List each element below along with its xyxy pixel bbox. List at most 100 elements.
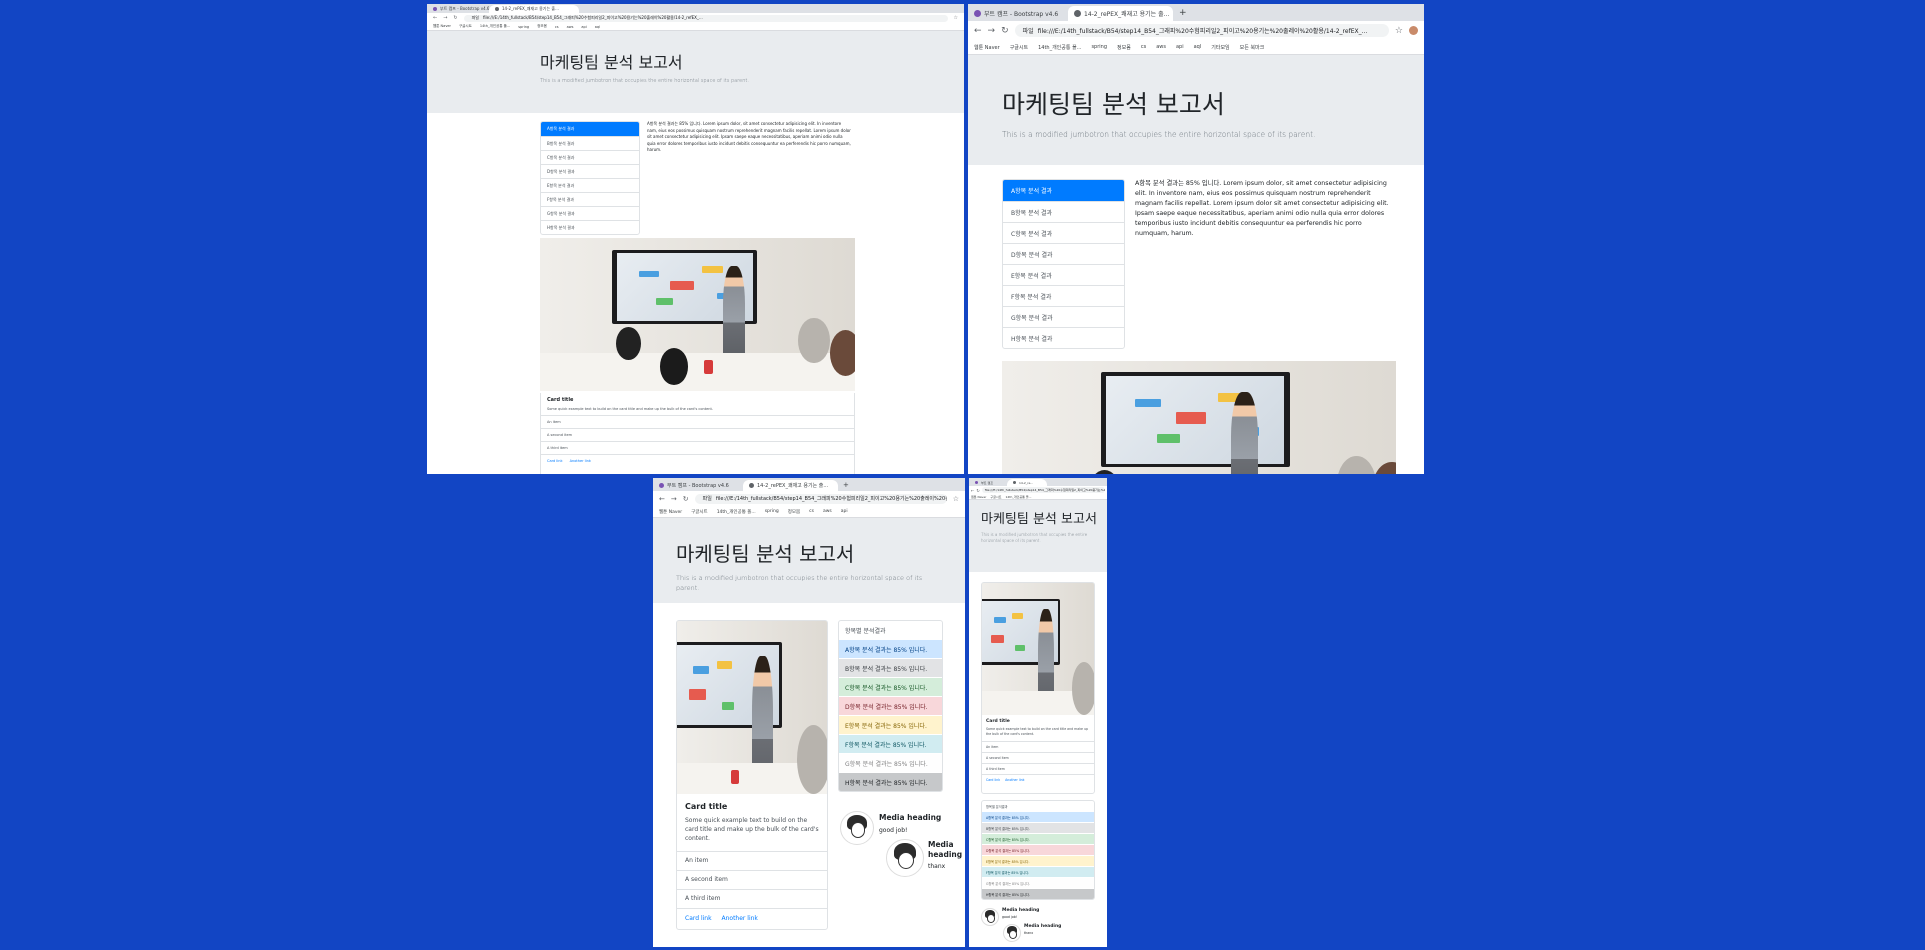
bookmark-4[interactable]: spring	[1091, 44, 1107, 50]
star-icon[interactable]: ☆	[1395, 26, 1403, 36]
tab-bootstrap[interactable]: 부트 캠프 - Bootstrap v4.6	[653, 480, 743, 491]
bookmark-all[interactable]: 모든 북마크	[1240, 44, 1265, 51]
bookmark-9[interactable]: aql	[1194, 44, 1202, 50]
bookmark-1[interactable]: 웹툰 Naver	[971, 495, 986, 499]
another-link[interactable]: Another link	[570, 459, 591, 463]
list-item-g[interactable]: G항목 분석 결과	[541, 206, 639, 220]
address-bar[interactable]: 파일 file:///E:/14th_fullstack/B54/step14_B…	[463, 14, 948, 22]
list-item-a[interactable]: A항목 분석 결과	[1003, 180, 1124, 201]
forward-icon[interactable]: →	[671, 495, 677, 503]
bookmark-7[interactable]: aws	[1156, 44, 1166, 50]
page-title: 마케팅팀 분석 보고서	[981, 512, 1097, 527]
reload-icon[interactable]: ↻	[1001, 26, 1009, 36]
tab-report[interactable]: 14-2_rePEX_쾌재고 용기는 출...	[743, 480, 838, 491]
forward-icon[interactable]: →	[443, 15, 447, 21]
tab-report[interactable]: 14-2_re...	[1007, 479, 1047, 486]
colored-item-c[interactable]: C항목 분석 결과는 85% 입니다.	[839, 677, 942, 696]
list-item-f[interactable]: F항목 분석 결과	[541, 192, 639, 206]
bookmark-2[interactable]: 구글시트	[990, 495, 1001, 499]
bookmark-3[interactable]: 14th_개인공통 폴...	[1005, 495, 1031, 499]
bookmark-7[interactable]: aws	[823, 509, 832, 514]
colored-item-e[interactable]: E항목 분석 결과는 85% 입니다.	[982, 855, 1094, 866]
card-link[interactable]: Card link	[685, 915, 712, 922]
colored-item-b[interactable]: B항목 분석 결과는 85% 입니다.	[982, 822, 1094, 833]
colored-item-h[interactable]: H항목 분석 결과는 85% 입니다.	[839, 772, 942, 791]
list-item-h[interactable]: H항목 분석 결과	[1003, 327, 1124, 348]
list-item-f[interactable]: F항목 분석 결과	[1003, 285, 1124, 306]
bookmark-1[interactable]: 웹툰 Naver	[433, 24, 451, 29]
list-item-g[interactable]: G항목 분석 결과	[1003, 306, 1124, 327]
colored-item-h[interactable]: H항목 분석 결과는 85% 입니다.	[982, 888, 1094, 899]
another-link[interactable]: Another link	[1005, 778, 1024, 782]
colored-item-g[interactable]: G항목 분석 결과는 85% 입니다.	[982, 877, 1094, 888]
star-icon[interactable]: ☆	[953, 495, 959, 503]
bookmark-4[interactable]: spring	[765, 509, 779, 514]
bookmark-3[interactable]: 14th_개인공통 폴...	[717, 509, 756, 515]
colored-item-a[interactable]: A항목 분석 결과는 85% 입니다.	[982, 811, 1094, 822]
colored-item-f[interactable]: F항목 분석 결과는 85% 입니다.	[839, 734, 942, 753]
address-bar[interactable]: file:///E:/14th_fullstack/B54/step14_B54…	[981, 487, 1105, 493]
reload-icon[interactable]: ↻	[976, 488, 979, 493]
bookmark-4[interactable]: spring	[518, 25, 529, 29]
bookmark-7[interactable]: aws	[567, 25, 574, 29]
forward-icon[interactable]: →	[988, 26, 996, 36]
back-icon[interactable]: ←	[659, 495, 665, 503]
address-bar[interactable]: 파일 file:///E:/14th_fullstack/B54/step14_B…	[1014, 24, 1389, 37]
colored-item-e[interactable]: E항목 분석 결과는 85% 입니다.	[839, 715, 942, 734]
list-item-e[interactable]: E항목 분석 결과	[1003, 264, 1124, 285]
profile-icon[interactable]	[1409, 26, 1418, 35]
tab-bootstrap[interactable]: 부트 캠프 - Bootstrap v4.6	[968, 6, 1068, 21]
list-item-c[interactable]: C항목 분석 결과	[541, 150, 639, 164]
star-icon[interactable]: ☆	[954, 15, 958, 21]
tab-report[interactable]: 14-2_rePEX_쾌재고 용기는 출...	[1068, 6, 1173, 21]
back-icon[interactable]: ←	[971, 488, 974, 493]
colored-item-c[interactable]: C항목 분석 결과는 85% 입니다.	[982, 833, 1094, 844]
colored-item-d[interactable]: D항목 분석 결과는 85% 입니다.	[839, 696, 942, 715]
list-item-h[interactable]: H항목 분석 결과	[541, 220, 639, 234]
reload-icon[interactable]: ↻	[683, 495, 689, 503]
list-item-e[interactable]: E항목 분석 결과	[541, 178, 639, 192]
tab-report[interactable]: 14-2_rePEX_쾌재고 용기는 출...	[489, 5, 579, 13]
bookmark-8[interactable]: api	[1176, 44, 1184, 50]
list-item-b[interactable]: B항목 분석 결과	[541, 136, 639, 150]
globe-icon	[1074, 10, 1081, 17]
back-icon[interactable]: ←	[974, 26, 982, 36]
colored-item-f[interactable]: F항목 분석 결과는 85% 입니다.	[982, 866, 1094, 877]
list-item-d[interactable]: D항목 분석 결과	[541, 164, 639, 178]
new-tab-icon[interactable]: +	[1173, 6, 1193, 21]
bookmark-2[interactable]: 구글시트	[459, 24, 472, 29]
bookmark-2[interactable]: 구글시트	[691, 509, 708, 515]
bookmark-6[interactable]: cs	[1141, 44, 1146, 50]
bookmark-9[interactable]: aql	[595, 25, 600, 29]
bookmark-6[interactable]: cs	[555, 25, 559, 29]
list-item-c[interactable]: C항목 분석 결과	[1003, 222, 1124, 243]
bookmark-5[interactable]: 정모몸	[788, 509, 800, 515]
list-item-d[interactable]: D항목 분석 결과	[1003, 243, 1124, 264]
tab-bootstrap[interactable]: 부트 캠프	[969, 479, 1007, 486]
bookmark-8[interactable]: api	[841, 509, 848, 514]
bookmark-6[interactable]: cs	[809, 509, 814, 514]
bookmark-3[interactable]: 14th_개인공통 폴...	[1038, 44, 1081, 51]
card-link[interactable]: Card link	[547, 459, 563, 463]
bookmark-3[interactable]: 14th_개인공통 폴...	[480, 24, 510, 29]
bookmark-5[interactable]: 정모몸	[537, 24, 547, 29]
another-link[interactable]: Another link	[721, 915, 757, 922]
list-item-b[interactable]: B항목 분석 결과	[1003, 201, 1124, 222]
back-icon[interactable]: ←	[433, 15, 437, 21]
tab-bootstrap[interactable]: 부트 캠프 - Bootstrap v4.6	[427, 5, 489, 13]
bookmark-1[interactable]: 웹툰 Naver	[659, 509, 682, 515]
bookmark-5[interactable]: 정모몸	[1117, 44, 1131, 51]
bookmark-2[interactable]: 구글시트	[1010, 44, 1028, 51]
address-bar[interactable]: 파일 file:///E:/14th_fullstack/B54/step14_B…	[694, 493, 947, 504]
colored-item-a[interactable]: A항목 분석 결과는 85% 입니다.	[839, 639, 942, 658]
colored-item-b[interactable]: B항목 분석 결과는 85% 입니다.	[839, 658, 942, 677]
bookmark-1[interactable]: 웹툰 Naver	[974, 44, 1000, 51]
list-item-a[interactable]: A항목 분석 결과	[541, 122, 639, 136]
colored-item-d[interactable]: D항목 분석 결과는 85% 입니다.	[982, 844, 1094, 855]
new-tab-icon[interactable]: +	[838, 480, 854, 491]
bookmark-10[interactable]: 기타모임	[1211, 44, 1229, 51]
reload-icon[interactable]: ↻	[453, 15, 457, 21]
bookmark-8[interactable]: api	[581, 25, 586, 29]
card-link[interactable]: Card link	[986, 778, 1000, 782]
colored-item-g[interactable]: G항목 분석 결과는 85% 입니다.	[839, 753, 942, 772]
